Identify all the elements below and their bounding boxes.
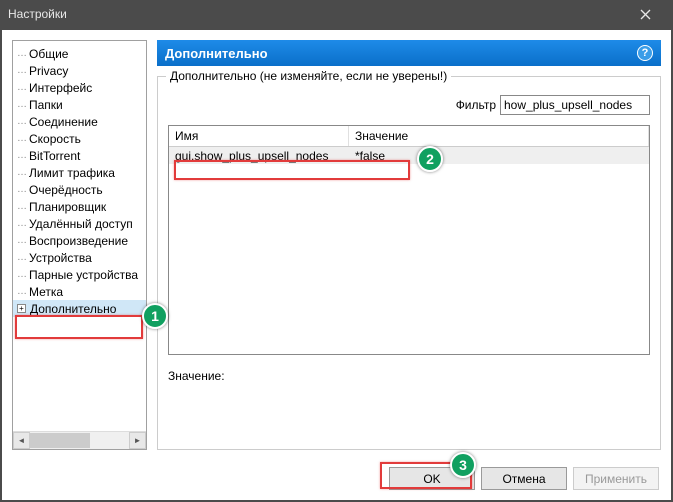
sidebar-item-label: Интерфейс — [29, 81, 92, 95]
groupbox-title: Дополнительно (не изменяйте, если не уве… — [166, 69, 451, 83]
tree-connector-icon: … — [17, 99, 29, 110]
tree-connector-icon: … — [17, 48, 29, 59]
sidebar-item-label: Планировщик — [29, 200, 106, 214]
column-header-value[interactable]: Значение — [349, 126, 649, 146]
horizontal-scrollbar[interactable]: ◄ ► — [13, 431, 146, 449]
advanced-groupbox: Дополнительно (не изменяйте, если не уве… — [157, 76, 661, 450]
tree-connector-icon: … — [17, 286, 29, 297]
sidebar-item-label: BitTorrent — [29, 149, 80, 163]
sidebar-item[interactable]: …Папки — [13, 96, 146, 113]
sidebar-item[interactable]: …Соединение — [13, 113, 146, 130]
close-icon — [640, 9, 651, 20]
settings-tree[interactable]: …Общие…Privacy…Интерфейс…Папки…Соединени… — [13, 41, 146, 431]
panel-title: Дополнительно — [165, 46, 268, 61]
tree-connector-icon: … — [17, 184, 29, 195]
sidebar-item-label: Privacy — [29, 64, 68, 78]
tree-connector-icon: … — [17, 269, 29, 280]
scroll-left-icon[interactable]: ◄ — [13, 432, 30, 449]
sidebar-item-label: Лимит трафика — [29, 166, 115, 180]
close-button[interactable] — [625, 0, 665, 28]
sidebar-item[interactable]: …Privacy — [13, 62, 146, 79]
sidebar-item[interactable]: …BitTorrent — [13, 147, 146, 164]
sidebar-item-label: Устройства — [29, 251, 92, 265]
tree-connector-icon: … — [17, 82, 29, 93]
window-title: Настройки — [8, 7, 67, 21]
annotation-badge-2: 2 — [417, 146, 443, 172]
sidebar-item[interactable]: + Дополнительно — [13, 300, 146, 317]
annotation-badge-3: 3 — [450, 452, 476, 478]
settings-table[interactable]: Имя Значение gui.show_plus_upsell_nodes … — [168, 125, 650, 355]
sidebar-item[interactable]: …Воспроизведение — [13, 232, 146, 249]
sidebar-item-label: Общие — [29, 47, 68, 61]
sidebar-item[interactable]: …Метка — [13, 283, 146, 300]
annotation-badge-1: 1 — [142, 303, 168, 329]
scrollbar-thumb[interactable] — [30, 433, 90, 448]
cancel-button[interactable]: Отмена — [481, 467, 567, 490]
tree-connector-icon: … — [17, 133, 29, 144]
sidebar-item-label: Дополнительно — [30, 302, 116, 316]
filter-label: Фильтр — [456, 98, 496, 112]
filter-input[interactable] — [500, 95, 650, 115]
scroll-right-icon[interactable]: ► — [129, 432, 146, 449]
sidebar-item-label: Соединение — [29, 115, 98, 129]
tree-connector-icon: … — [17, 218, 29, 229]
tree-connector-icon: … — [17, 252, 29, 263]
help-icon[interactable]: ? — [637, 45, 653, 61]
tree-connector-icon: … — [17, 116, 29, 127]
table-row[interactable]: gui.show_plus_upsell_nodes *false — [169, 147, 649, 164]
cell-name: gui.show_plus_upsell_nodes — [169, 149, 349, 163]
tree-connector-icon: … — [17, 235, 29, 246]
sidebar-item-label: Парные устройства — [29, 268, 138, 282]
apply-button: Применить — [573, 467, 659, 490]
expand-icon[interactable]: + — [17, 304, 26, 313]
title-bar: Настройки — [0, 0, 673, 28]
sidebar-item[interactable]: …Планировщик — [13, 198, 146, 215]
sidebar-item-label: Скорость — [29, 132, 81, 146]
tree-connector-icon: … — [17, 65, 29, 76]
sidebar-item[interactable]: …Лимит трафика — [13, 164, 146, 181]
panel-header: Дополнительно ? — [157, 40, 661, 66]
cell-value: *false — [349, 149, 649, 163]
sidebar-item-label: Воспроизведение — [29, 234, 128, 248]
column-header-name[interactable]: Имя — [169, 126, 349, 146]
tree-connector-icon: … — [17, 201, 29, 212]
sidebar-item[interactable]: …Общие — [13, 45, 146, 62]
tree-connector-icon: … — [17, 167, 29, 178]
sidebar-item[interactable]: …Парные устройства — [13, 266, 146, 283]
tree-connector-icon: … — [17, 150, 29, 161]
sidebar-item-label: Удалённый доступ — [29, 217, 133, 231]
sidebar-item[interactable]: …Устройства — [13, 249, 146, 266]
sidebar: …Общие…Privacy…Интерфейс…Папки…Соединени… — [12, 40, 147, 450]
sidebar-item[interactable]: …Скорость — [13, 130, 146, 147]
sidebar-item-label: Метка — [29, 285, 63, 299]
sidebar-item-label: Очерёдность — [29, 183, 103, 197]
sidebar-item-label: Папки — [29, 98, 63, 112]
sidebar-item[interactable]: …Интерфейс — [13, 79, 146, 96]
sidebar-item[interactable]: …Удалённый доступ — [13, 215, 146, 232]
value-label: Значение: — [168, 369, 225, 383]
sidebar-item[interactable]: …Очерёдность — [13, 181, 146, 198]
